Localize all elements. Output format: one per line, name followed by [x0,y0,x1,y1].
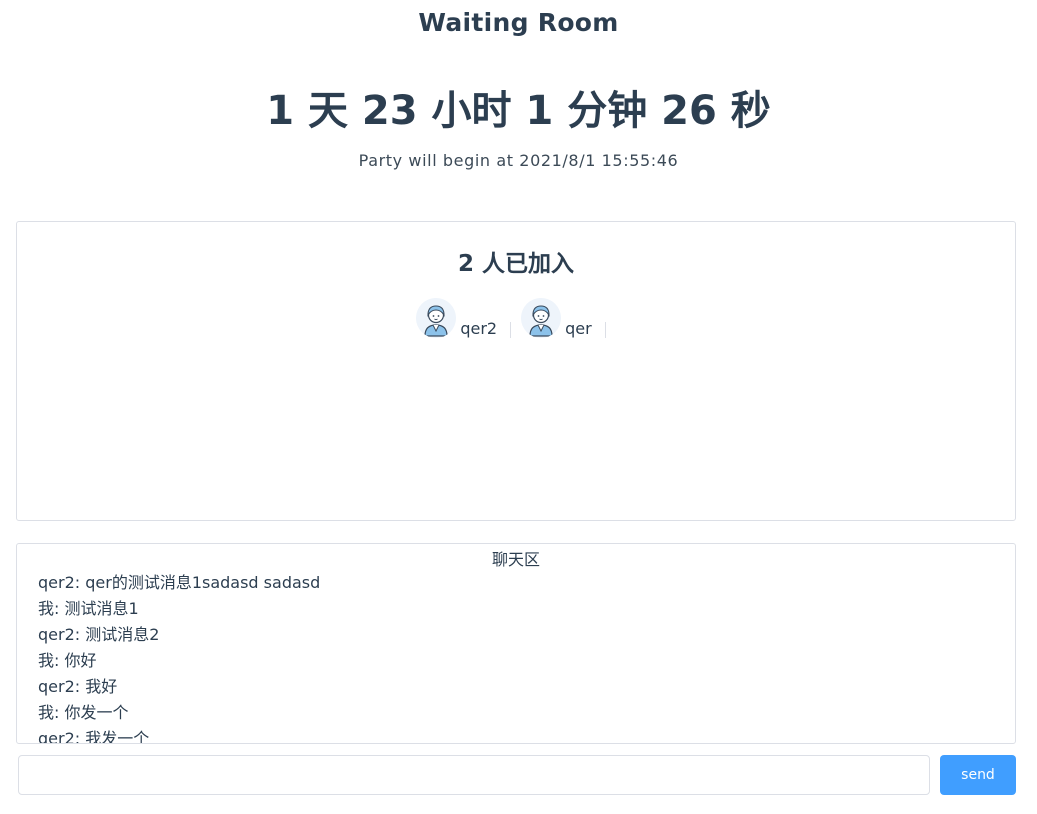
chat-message: qer2: 测试消息2 [38,625,160,644]
member-list: qer2 qer [17,296,1015,338]
page-title: Waiting Room [418,8,619,37]
user-avatar-icon [521,298,562,338]
chat-message-list: qer2: qer的测试消息1sadasd sadasd 我: 测试消息1 qe… [38,570,1005,744]
chat-message: 我: 你好 [38,651,97,670]
chat-message: 我: 测试消息1 [38,599,139,618]
chat-panel[interactable]: 聊天区 qer2: qer的测试消息1sadasd sadasd 我: 测试消息… [16,543,1016,744]
send-button[interactable]: send [940,755,1016,795]
chat-message: qer2: 我发一个 [38,729,150,744]
joined-count: 2 人已加入 [457,251,574,277]
chat-message-input[interactable] [18,755,930,795]
chat-message: 我: 你发一个 [38,703,129,722]
member-name: qer2 [460,319,498,338]
user-avatar-icon [416,298,457,338]
members-panel: 2 人已加入 qer2 qer [16,221,1016,521]
chat-message: qer2: 我好 [38,677,118,696]
chat-message: qer2: qer的测试消息1sadasd sadasd [38,573,321,592]
member-item: qer [521,296,606,338]
party-begin-text: Party will begin at 2021/8/1 15:55:46 [358,151,679,170]
chat-title: 聊天区 [491,550,540,569]
member-name: qer [565,319,592,338]
countdown-timer: 1 天 23 小时 1 分钟 26 秒 [266,88,771,134]
waiting-room-page: Waiting Room 1 天 23 小时 1 分钟 26 秒 Party w… [0,0,1037,814]
member-item: qer2 [416,296,511,338]
